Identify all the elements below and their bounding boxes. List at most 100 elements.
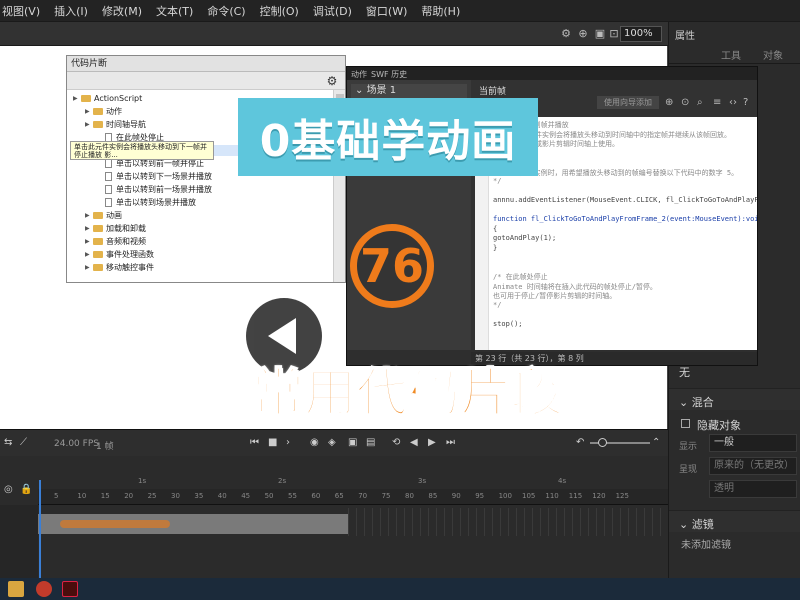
snap-icon[interactable]: ⚙ — [560, 28, 572, 40]
menu-text[interactable]: 文本(T) — [156, 3, 193, 19]
play-timeline-icon[interactable]: ▶ — [428, 437, 436, 448]
chevron-right-icon[interactable]: ▶ — [85, 106, 93, 117]
tree-folder[interactable]: ▶ 加载和卸载 — [85, 223, 146, 234]
frame-value[interactable]: 1 帧 — [96, 439, 114, 452]
graph-icon[interactable]: ⟋ — [20, 437, 27, 448]
lock-icon[interactable]: 🔒 — [20, 484, 32, 495]
folder-icon — [93, 264, 103, 271]
mode-select[interactable]: 一般 — [709, 434, 797, 452]
layer-icon[interactable]: ⇆ — [4, 437, 12, 448]
last-frame-icon[interactable]: ⏭ — [446, 437, 455, 448]
menu-window[interactable]: 窗口(W) — [366, 3, 407, 19]
tree-snippet[interactable]: 单击以转到前一场景并播放 — [97, 184, 212, 195]
add-with-wizard-button[interactable]: 使用向导添加 — [597, 96, 659, 109]
frame-tick: 85 — [428, 492, 438, 500]
tree-item-label: 动作 — [106, 107, 122, 116]
menu-help[interactable]: 帮助(H) — [421, 3, 460, 19]
center-icon[interactable]: ▣ — [594, 28, 606, 40]
tree-folder[interactable]: ▶ 时间轴导航 — [85, 119, 146, 130]
tab-swf-history[interactable]: SWF 历史 — [371, 69, 407, 80]
format-icon[interactable]: ≡ — [713, 97, 721, 108]
zoom-icon[interactable]: ⌃ — [652, 437, 660, 448]
hide-object-checkbox[interactable] — [681, 419, 690, 428]
tree-folder[interactable]: ▶ ActionScript — [73, 93, 142, 104]
chevron-right-icon[interactable]: ▶ — [85, 262, 93, 273]
tree-folder[interactable]: ▶ 动画 — [85, 210, 122, 221]
menu-bar: 视图(V) 插入(I) 修改(M) 文本(T) 命令(C) 控制(O) 调试(D… — [0, 0, 800, 22]
menu-commands[interactable]: 命令(C) — [207, 3, 245, 19]
snippet-icon — [105, 159, 112, 168]
code-line: } — [493, 243, 498, 252]
loop-icon[interactable]: ⟲ — [392, 437, 400, 448]
tree-item-label: 单击以转到场景并播放 — [116, 198, 196, 207]
stop-icon[interactable]: ■ — [268, 437, 277, 448]
tab-actions[interactable]: 动作 — [351, 69, 367, 80]
gear-icon[interactable]: ⚙ — [325, 74, 339, 88]
chevron-right-icon[interactable]: ▶ — [85, 119, 93, 130]
help-icon[interactable]: ? — [743, 97, 748, 108]
clip-icon[interactable]: ⊕ — [577, 28, 589, 40]
tree-folder[interactable]: ▶ 移动触控事件 — [85, 262, 154, 273]
blend-section[interactable]: ⌄ 混合 — [669, 388, 800, 410]
onion-skin-icon[interactable]: ◈ — [328, 437, 336, 448]
chevron-right-icon[interactable]: ▶ — [73, 93, 81, 104]
next-icon[interactable]: › — [286, 437, 290, 448]
menu-control[interactable]: 控制(O) — [260, 3, 299, 19]
render-select[interactable]: 原来的（无更改） — [709, 457, 797, 475]
tree-folder[interactable]: ▶ 事件处理函数 — [85, 249, 154, 260]
frame-tick: 20 — [124, 492, 134, 500]
playhead[interactable] — [39, 480, 41, 580]
tree-folder[interactable]: ▶ 音频和视频 — [85, 236, 146, 247]
undo-icon[interactable]: ↶ — [576, 437, 584, 448]
fit-icon[interactable]: ⊡ — [608, 28, 620, 40]
tree-item-label: 事件处理函数 — [106, 250, 154, 259]
snippets-title: 代码片断 — [67, 56, 345, 72]
tab-object[interactable]: 对象 — [763, 47, 783, 62]
tab-tool[interactable]: 工具 — [721, 47, 741, 62]
chevron-right-icon[interactable]: ▶ — [85, 210, 93, 221]
onion-icon[interactable]: ◉ — [310, 437, 319, 448]
tree-snippet[interactable]: 单击以转到下一场景并播放 — [97, 171, 212, 182]
eye-icon[interactable]: ◎ — [4, 484, 13, 495]
filter-section[interactable]: ⌄ 滤镜 — [669, 510, 800, 532]
zoom-select[interactable]: 100% — [620, 26, 662, 42]
chevron-right-icon[interactable]: ▶ — [85, 236, 93, 247]
snippet-icon — [105, 185, 112, 194]
current-frame-label: 当前帧 — [479, 87, 507, 97]
timeline-ruler[interactable]: 5 10 15 20 25 30 35 40 45 50 55 60 65 70 75 80 85 90 95 100… — [38, 477, 668, 505]
frame-tick: 5 — [54, 492, 59, 500]
menu-modify[interactable]: 修改(M) — [102, 3, 142, 19]
frame-tick: 25 — [147, 492, 157, 500]
second-tick: 4s — [558, 477, 567, 485]
edit-multiple-icon[interactable]: ▣ — [348, 437, 357, 448]
folder-icon — [93, 212, 103, 219]
code-line: stop(); — [493, 319, 523, 328]
menu-view[interactable]: 视图(V) — [2, 3, 40, 19]
frame-tick: 80 — [405, 492, 414, 500]
series-banner-text: 0基础学动画 — [259, 116, 517, 167]
frame-icon[interactable]: ▤ — [366, 437, 375, 448]
tree-snippet[interactable]: 单击以转到场景并播放 — [97, 197, 196, 208]
menu-insert[interactable]: 插入(I) — [54, 3, 88, 19]
snippet-icon[interactable]: ‹› — [729, 97, 737, 108]
prev-frame-icon[interactable]: ◀ — [410, 437, 418, 448]
frame-grid — [348, 508, 668, 536]
first-frame-icon[interactable]: ⏮ — [250, 437, 259, 448]
transparent-field[interactable]: 透明 — [709, 480, 797, 498]
code-line: gotoAndPlay(1); — [493, 234, 557, 242]
browser-icon[interactable] — [36, 581, 52, 597]
folder-icon[interactable] — [8, 581, 24, 597]
frame-tick: 125 — [615, 492, 629, 500]
menu-debug[interactable]: 调试(D) — [313, 3, 352, 19]
chevron-right-icon[interactable]: ▶ — [85, 223, 93, 234]
find-icon[interactable]: ⌕ — [697, 97, 703, 108]
chevron-right-icon[interactable]: ▶ — [85, 249, 93, 260]
target-icon[interactable]: ⊙ — [681, 97, 689, 108]
fps-value[interactable]: 24.00 FPS — [54, 439, 99, 449]
animate-app-icon[interactable] — [62, 581, 78, 597]
series-banner: 0基础学动画 — [238, 98, 538, 176]
pin-icon[interactable]: ⊕ — [665, 97, 673, 108]
tree-folder[interactable]: ▶ 动作 — [85, 106, 122, 117]
timeline-zoom-knob[interactable] — [598, 438, 607, 447]
scene-item[interactable]: ⌄ 场景 1 — [351, 84, 467, 98]
